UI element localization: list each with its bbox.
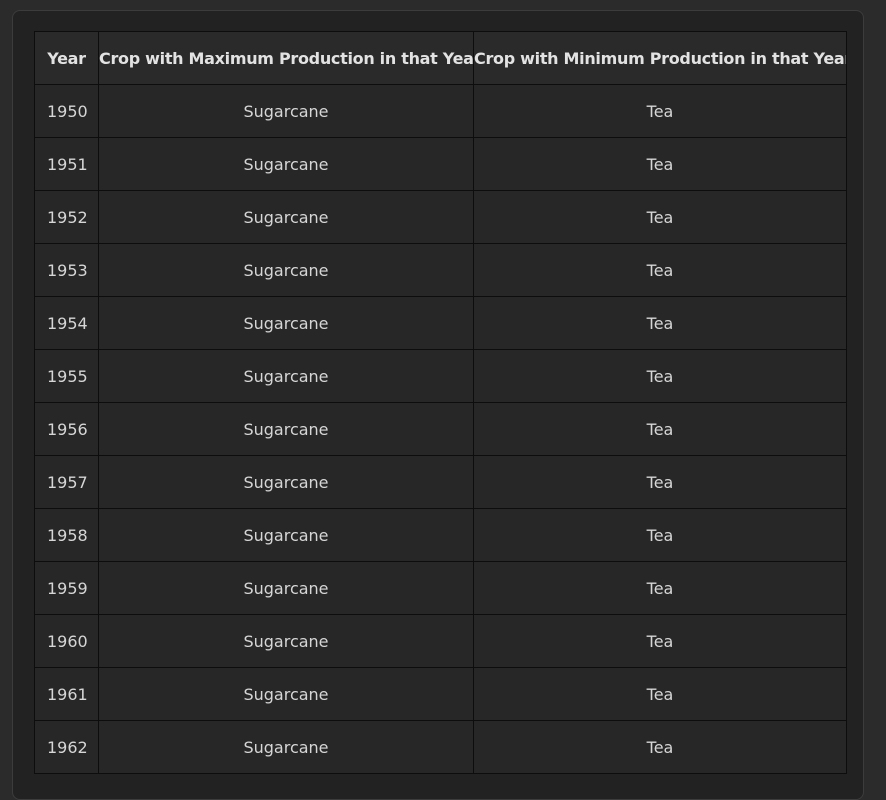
cell-min-crop: Tea	[473, 508, 847, 562]
cell-year: 1961	[34, 667, 99, 721]
cell-min-crop: Tea	[473, 455, 847, 509]
cell-max-crop: Sugarcane	[98, 190, 474, 244]
cell-min-crop: Tea	[473, 349, 847, 403]
cell-year: 1954	[34, 296, 99, 350]
cell-max-crop: Sugarcane	[98, 508, 474, 562]
cell-year: 1959	[34, 561, 99, 615]
table-row: 1951 Sugarcane Tea	[34, 137, 847, 191]
cell-year: 1958	[34, 508, 99, 562]
table-row: 1952 Sugarcane Tea	[34, 190, 847, 244]
cell-year: 1951	[34, 137, 99, 191]
table-row: 1954 Sugarcane Tea	[34, 296, 847, 350]
cell-max-crop: Sugarcane	[98, 561, 474, 615]
table-row: 1957 Sugarcane Tea	[34, 455, 847, 509]
cell-max-crop: Sugarcane	[98, 402, 474, 456]
table-row: 1953 Sugarcane Tea	[34, 243, 847, 297]
table-row: 1959 Sugarcane Tea	[34, 561, 847, 615]
header-max-crop: Crop with Maximum Production in that Yea…	[98, 31, 474, 85]
cell-year: 1950	[34, 84, 99, 138]
cell-max-crop: Sugarcane	[98, 296, 474, 350]
cell-min-crop: Tea	[473, 137, 847, 191]
cell-max-crop: Sugarcane	[98, 243, 474, 297]
cell-min-crop: Tea	[473, 720, 847, 774]
table-row: 1956 Sugarcane Tea	[34, 402, 847, 456]
table-row: 1950 Sugarcane Tea	[34, 84, 847, 138]
table-row: 1961 Sugarcane Tea	[34, 667, 847, 721]
cell-min-crop: Tea	[473, 84, 847, 138]
table-header-row: Year Crop with Maximum Production in tha…	[34, 31, 847, 85]
cell-max-crop: Sugarcane	[98, 667, 474, 721]
cell-max-crop: Sugarcane	[98, 349, 474, 403]
cell-max-crop: Sugarcane	[98, 455, 474, 509]
cell-year: 1962	[34, 720, 99, 774]
cell-year: 1953	[34, 243, 99, 297]
table-row: 1955 Sugarcane Tea	[34, 349, 847, 403]
cell-year: 1952	[34, 190, 99, 244]
table-panel: Year Crop with Maximum Production in tha…	[12, 10, 864, 800]
cell-max-crop: Sugarcane	[98, 137, 474, 191]
table-row: 1962 Sugarcane Tea	[34, 720, 847, 774]
cell-min-crop: Tea	[473, 402, 847, 456]
cell-min-crop: Tea	[473, 296, 847, 350]
cell-year: 1957	[34, 455, 99, 509]
table-row: 1960 Sugarcane Tea	[34, 614, 847, 668]
cell-min-crop: Tea	[473, 614, 847, 668]
cell-year: 1960	[34, 614, 99, 668]
cell-max-crop: Sugarcane	[98, 614, 474, 668]
header-year: Year	[34, 31, 99, 85]
cell-max-crop: Sugarcane	[98, 720, 474, 774]
table-row: 1958 Sugarcane Tea	[34, 508, 847, 562]
cell-max-crop: Sugarcane	[98, 84, 474, 138]
cell-min-crop: Tea	[473, 667, 847, 721]
crop-production-table: Year Crop with Maximum Production in tha…	[34, 31, 847, 774]
cell-min-crop: Tea	[473, 561, 847, 615]
cell-year: 1955	[34, 349, 99, 403]
cell-min-crop: Tea	[473, 190, 847, 244]
cell-min-crop: Tea	[473, 243, 847, 297]
cell-year: 1956	[34, 402, 99, 456]
header-min-crop: Crop with Minimum Production in that Yea…	[473, 31, 847, 85]
